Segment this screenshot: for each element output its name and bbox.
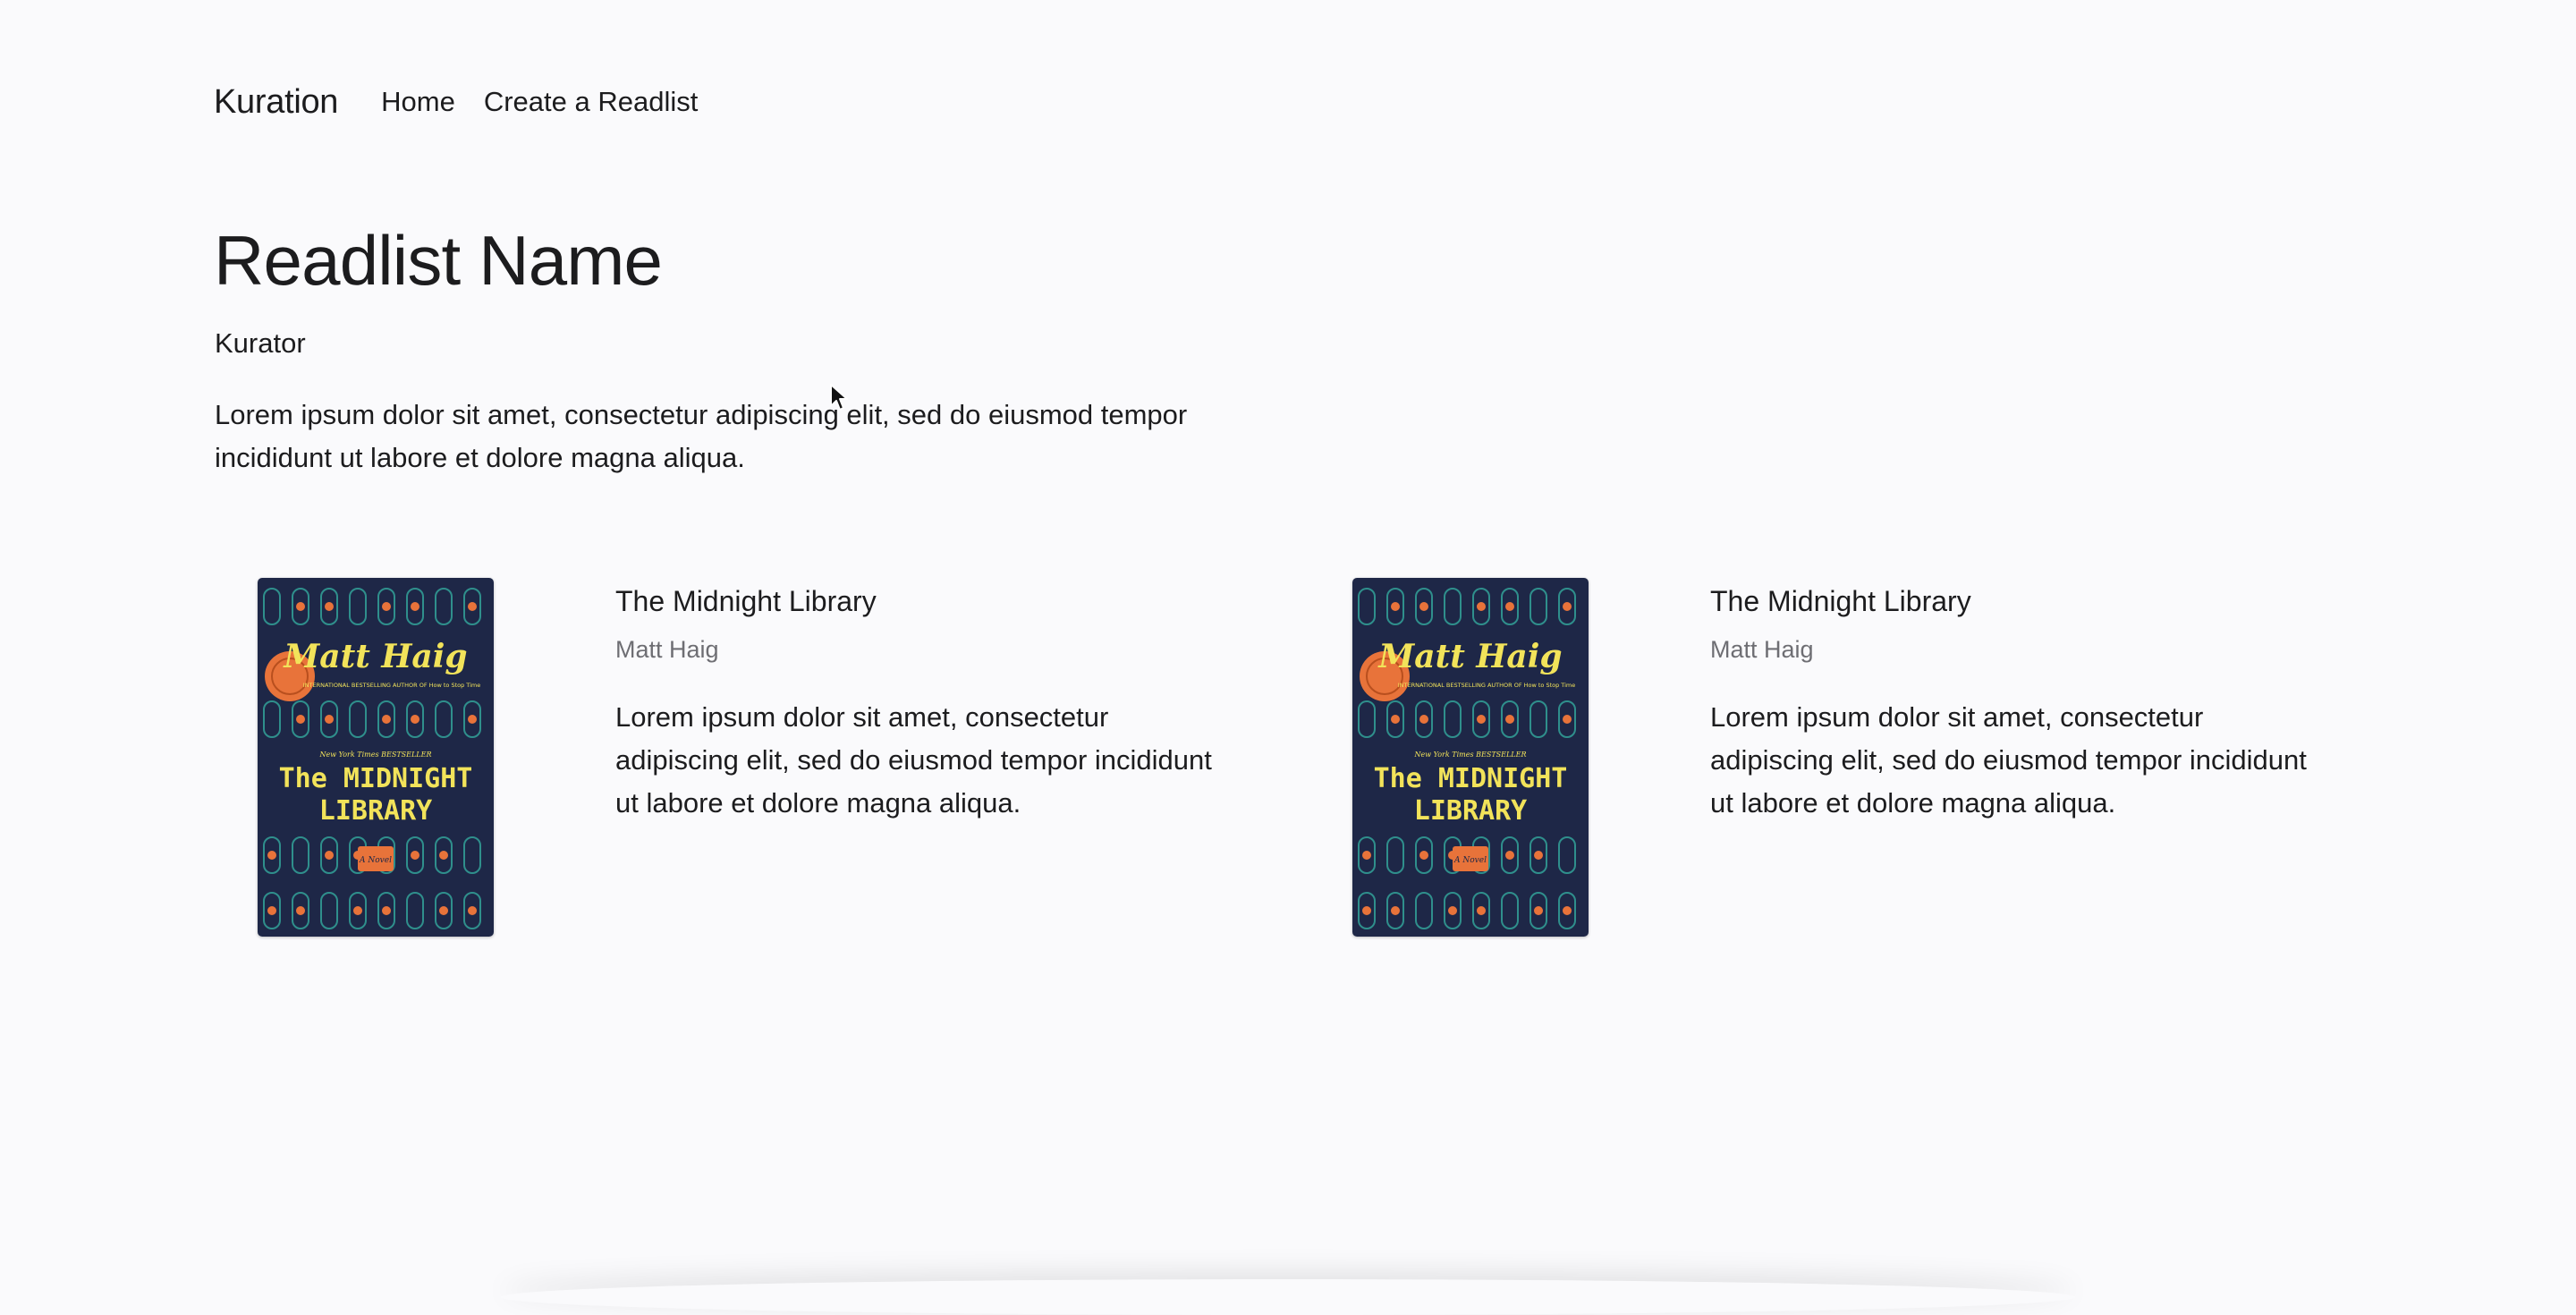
cover-door-figure [411,715,419,724]
cover-door-figure [382,906,391,915]
cover-door-figure [1391,715,1400,724]
window-shadow [501,1279,2075,1315]
book-title[interactable]: The Midnight Library [1710,585,2336,618]
cover-subtitle-text: A Novel [1453,856,1487,865]
readlist-title: Readlist Name [214,221,663,300]
cover-door-figure [468,602,477,611]
cover-door-figure [1477,906,1486,915]
cover-door-figure [267,906,276,915]
cover-title-line1: The MIDNIGHT [1374,763,1568,794]
book-info: The Midnight Library Matt Haig Lorem ips… [615,578,1241,825]
cover-title-line1: The MIDNIGHT [279,763,473,794]
nav-link-home[interactable]: Home [381,86,455,118]
cover-tagline-text: INTERNATIONAL BESTSELLING AUTHOR OF How … [303,682,480,689]
top-nav: Kuration Home Create a Readlist [214,77,726,127]
cover-door-figure [1505,602,1514,611]
book-description: Lorem ipsum dolor sit amet, consectetur … [615,701,1212,819]
cover-door-figure [468,715,477,724]
book-card: Matt Haig INTERNATIONAL BESTSELLING AUTHO… [258,578,1367,945]
cover-door-figure [411,602,419,611]
book-cover-image[interactable]: Matt Haig INTERNATIONAL BESTSELLING AUTHO… [1352,578,1589,937]
cover-door-figure [1563,602,1572,611]
cover-tagline-text: INTERNATIONAL BESTSELLING AUTHOR OF How … [1398,682,1575,689]
book-description: Lorem ipsum dolor sit amet, consectetur … [1710,701,2307,819]
book-card: Matt Haig INTERNATIONAL BESTSELLING AUTHO… [1352,578,2462,945]
book-info: The Midnight Library Matt Haig Lorem ips… [1710,578,2336,825]
cover-door-figure [1563,715,1572,724]
cover-door-figure [325,602,334,611]
readlist-description: Lorem ipsum dolor sit amet, consectetur … [215,399,1188,473]
cover-author-text: Matt Haig [282,638,467,675]
book-cover-art: Matt Haig INTERNATIONAL BESTSELLING AUTHO… [1352,578,1589,937]
cover-door-figure [1362,851,1371,860]
cover-door-figure [1477,602,1486,611]
cover-door-figure [1563,906,1572,915]
cover-door-figure [1505,851,1514,860]
nav-link-create-readlist[interactable]: Create a Readlist [484,86,699,118]
mouse-pointer-icon [829,383,849,418]
cover-door-figure [1419,715,1428,724]
cover-door-figure [1534,851,1543,860]
cover-door-figure [382,602,391,611]
cover-door-figure [296,602,305,611]
cover-door-figure [1477,715,1486,724]
cover-title-line2: LIBRARY [1414,795,1527,827]
cover-door-figure [411,851,419,860]
cover-door-figure [382,715,391,724]
book-cover-art: Matt Haig INTERNATIONAL BESTSELLING AUTHO… [258,578,494,937]
cover-door-figure [1391,906,1400,915]
cover-door-figure [296,715,305,724]
cover-badge-text: New York Times BESTSELLER [1414,751,1527,759]
cover-door-figure [468,906,477,915]
cover-door-figure [325,851,334,860]
cover-author-text: Matt Haig [1377,638,1562,675]
cover-door-figure [1448,906,1457,915]
cover-door-figure [439,906,448,915]
cover-door-figure [1534,906,1543,915]
book-title[interactable]: The Midnight Library [615,585,1241,618]
cover-door-figure [439,851,448,860]
cover-door-figure [1419,851,1428,860]
cover-title-line2: LIBRARY [319,795,432,827]
cover-door-figure [1419,602,1428,611]
cover-door-figure [1505,715,1514,724]
cover-door-figure [353,906,362,915]
cover-subtitle-text: A Novel [359,856,392,865]
book-author: Matt Haig [615,636,719,663]
cover-door-figure [1362,906,1371,915]
cover-door-figure [267,851,276,860]
cover-door-figure [325,715,334,724]
cover-door-figure [1391,602,1400,611]
book-cover-image[interactable]: Matt Haig INTERNATIONAL BESTSELLING AUTHO… [258,578,494,937]
book-author: Matt Haig [1710,636,1814,663]
cover-badge-text: New York Times BESTSELLER [319,751,432,759]
readlist-curator: Kurator [215,327,306,359]
cover-door-figure [296,906,305,915]
brand-logo[interactable]: Kuration [214,83,338,122]
